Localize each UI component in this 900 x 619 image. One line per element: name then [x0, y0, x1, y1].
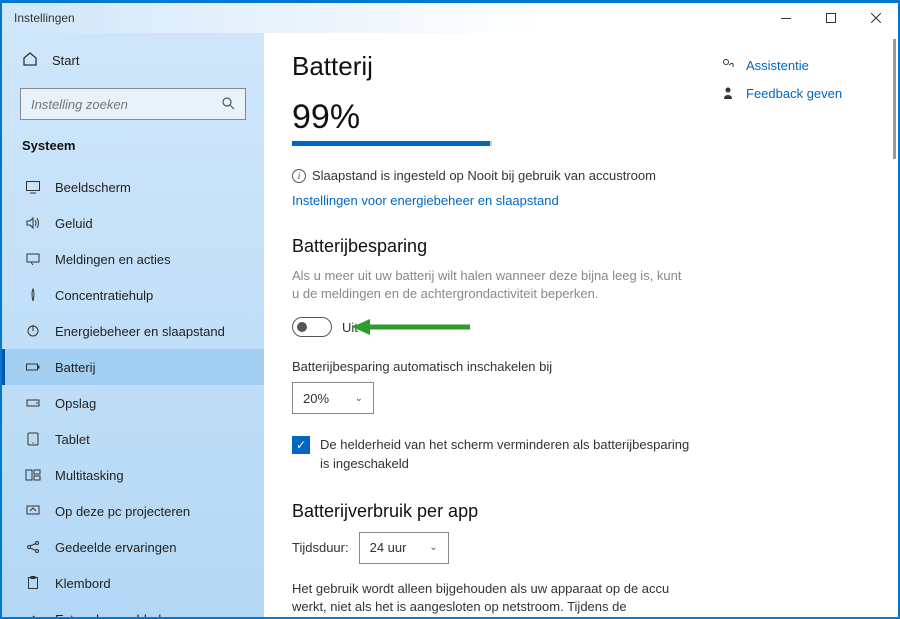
feedback-icon [720, 85, 736, 101]
multitasking-icon [25, 467, 41, 483]
nav-item-shared[interactable]: Gedeelde ervaringen [2, 529, 264, 565]
nav-item-display[interactable]: Beeldscherm [2, 169, 264, 205]
battery-bar-fill [292, 141, 490, 146]
chevron-down-icon: ⌄ [429, 542, 437, 553]
annotation-arrow [352, 316, 472, 338]
main-content: Assistentie Feedback geven Batterij 99% … [264, 33, 898, 617]
nav-item-battery[interactable]: Batterij [2, 349, 264, 385]
sound-icon [25, 215, 41, 231]
feedback-link[interactable]: Feedback geven [720, 85, 870, 101]
scrollbar[interactable] [893, 39, 896, 159]
help-link[interactable]: Assistentie [720, 57, 870, 73]
clipboard-icon [25, 575, 41, 591]
brightness-checkbox[interactable]: ✓ [292, 436, 310, 454]
remote-icon [25, 611, 41, 617]
saver-toggle[interactable] [292, 317, 332, 337]
notifications-icon [25, 251, 41, 267]
usage-heading: Batterijverbruik per app [292, 501, 870, 522]
category-label: Systeem [2, 132, 264, 169]
chevron-down-icon: ⌄ [355, 393, 363, 404]
maximize-button[interactable] [808, 3, 853, 33]
display-icon [25, 179, 41, 195]
minimize-button[interactable] [763, 3, 808, 33]
saver-heading: Batterijbesparing [292, 236, 870, 257]
tablet-icon [25, 431, 41, 447]
time-value: 24 uur [370, 540, 407, 555]
nav-item-multitasking[interactable]: Multitasking [2, 457, 264, 493]
home-button[interactable]: Start [2, 41, 264, 80]
search-icon [221, 96, 235, 113]
sleep-info-row: i Slaapstand is ingesteld op Nooit bij g… [292, 168, 870, 183]
info-icon: i [292, 169, 306, 183]
help-aside: Assistentie Feedback geven [720, 57, 870, 113]
nav-item-power[interactable]: Energiebeheer en slaapstand [2, 313, 264, 349]
time-label: Tijdsduur: [292, 540, 349, 555]
nav-item-remote[interactable]: Extern bureaublad [2, 601, 264, 617]
window-title: Instellingen [14, 11, 75, 25]
storage-icon [25, 395, 41, 411]
auto-on-value: 20% [303, 391, 329, 406]
close-button[interactable] [853, 3, 898, 33]
nav-item-notifications[interactable]: Meldingen en acties [2, 241, 264, 277]
auto-on-select[interactable]: 20% ⌄ [292, 382, 374, 414]
battery-icon [25, 359, 41, 375]
home-icon [22, 51, 38, 70]
nav-item-project[interactable]: Op deze pc projecteren [2, 493, 264, 529]
brightness-label: De helderheid van het scherm verminderen… [320, 436, 692, 472]
saver-description: Als u meer uit uw batterij wilt halen wa… [292, 267, 682, 303]
search-box[interactable] [20, 88, 246, 120]
battery-bar [292, 141, 492, 146]
home-label: Start [52, 53, 79, 68]
nav-item-focus[interactable]: Concentratiehulp [2, 277, 264, 313]
time-select[interactable]: 24 uur ⌄ [359, 532, 449, 564]
nav-item-storage[interactable]: Opslag [2, 385, 264, 421]
nav-item-sound[interactable]: Geluid [2, 205, 264, 241]
nav-item-clipboard[interactable]: Klembord [2, 565, 264, 601]
nav-item-tablet[interactable]: Tablet [2, 421, 264, 457]
focus-icon [25, 287, 41, 303]
search-input[interactable] [31, 97, 221, 112]
auto-on-label: Batterijbesparing automatisch inschakele… [292, 359, 870, 374]
help-icon [720, 57, 736, 73]
sidebar: Start Systeem Beeldscherm Geluid Melding… [2, 33, 264, 617]
titlebar[interactable]: Instellingen [2, 3, 898, 33]
usage-note: Het gebruik wordt alleen bijgehouden als… [292, 580, 682, 617]
shared-icon [25, 539, 41, 555]
power-icon [25, 323, 41, 339]
power-settings-link[interactable]: Instellingen voor energiebeheer en slaap… [292, 193, 870, 208]
project-icon [25, 503, 41, 519]
sleep-info-text: Slaapstand is ingesteld op Nooit bij geb… [312, 168, 656, 183]
